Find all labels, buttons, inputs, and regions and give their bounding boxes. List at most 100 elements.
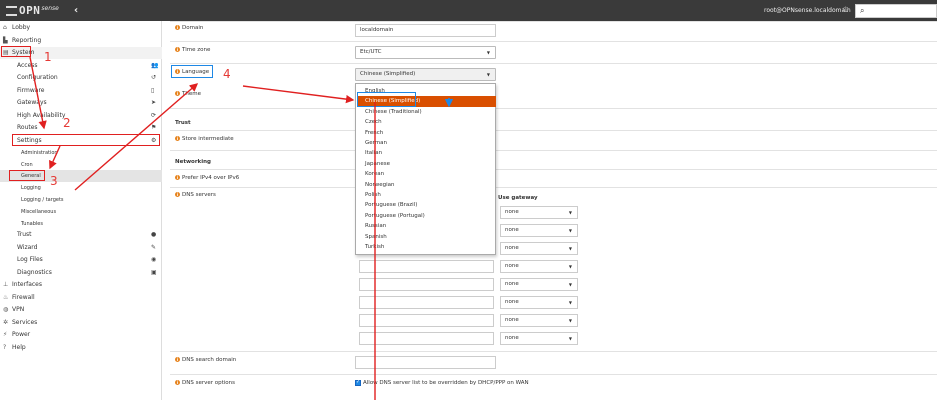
language-option[interactable]: Korean [357, 169, 496, 179]
sidebar-item-miscellaneous[interactable]: Miscellaneous [0, 206, 162, 218]
sidebar-item-firmware[interactable]: Firmware ▯ [0, 85, 162, 97]
top-bar: OPN sense ‹ root@OPNsense.localdomain ⏻ … [0, 0, 937, 21]
timezone-select[interactable]: Etc/UTC ▼ [355, 46, 496, 59]
sidebar-item-label: Tunables [21, 220, 43, 227]
sidebar-item-wizard[interactable]: Wizard ✎ [0, 242, 162, 254]
sidebar-item-help[interactable]: ? Help [0, 342, 162, 354]
chart-icon: ▙ [3, 36, 8, 44]
sidebar-item-diagnostics[interactable]: Diagnostics ▣ [0, 267, 162, 279]
info-icon[interactable]: i [175, 357, 180, 362]
allow-dns-override-checkbox[interactable] [355, 379, 361, 386]
language-dropdown-list: English Chinese (Simplified) Chinese (Trad… [355, 83, 496, 255]
language-option[interactable]: Turkish [357, 242, 496, 252]
opnsense-logo[interactable]: OPN sense [6, 4, 59, 17]
logo-mark-icon [6, 5, 17, 16]
info-icon[interactable]: i [175, 175, 180, 180]
dns-gateway-select[interactable]: none ▼ [500, 314, 578, 327]
trust-section-heading: Trust [175, 120, 191, 126]
sidebar-item-interfaces[interactable]: ⊥ Interfaces [0, 279, 162, 291]
dns-gateway-select[interactable]: none ▼ [500, 296, 578, 309]
dns-server-input[interactable] [359, 260, 494, 273]
medkit-icon: ▣ [151, 268, 157, 276]
dns-gateway-select[interactable]: none ▼ [500, 332, 578, 345]
eye-icon: ◉ [151, 256, 157, 263]
language-option[interactable]: Chinese (Traditional) [357, 107, 496, 117]
search-input[interactable]: ⌕ [855, 4, 937, 18]
info-icon[interactable]: i [175, 136, 180, 141]
language-option[interactable]: Norwegian [357, 180, 496, 190]
info-icon[interactable]: i [175, 380, 180, 385]
caret-down-icon: ▼ [568, 264, 572, 269]
plug-icon: ⚡ [3, 331, 8, 338]
sidebar-item-firewall[interactable]: ♨ Firewall [0, 292, 162, 304]
language-option[interactable]: Italian [357, 148, 496, 158]
caret-down-icon: ▼ [568, 300, 572, 305]
dns-server-input[interactable] [359, 278, 494, 291]
history-icon: ↺ [151, 74, 157, 81]
caret-down-icon: ▼ [486, 50, 490, 55]
sidebar-item-label: Miscellaneous [21, 209, 57, 215]
language-option[interactable]: Portuguese (Brazil) [357, 200, 496, 210]
divider [170, 351, 937, 352]
globe-icon: ◍ [3, 306, 9, 313]
theme-label: i Theme [175, 91, 201, 97]
sidebar-item-power[interactable]: ⚡ Power [0, 329, 162, 341]
annotation-box-language [171, 65, 213, 78]
language-option[interactable]: Portuguese (Portugal) [357, 211, 496, 221]
sidebar-item-log-files[interactable]: Log Files ◉ [0, 254, 162, 266]
divider [170, 63, 937, 64]
dns-gateway-select[interactable]: none ▼ [500, 242, 578, 255]
dns-search-domain-field[interactable] [355, 356, 496, 369]
dns-gateway-select[interactable]: none ▼ [500, 278, 578, 291]
timezone-label: i Time zone [175, 47, 211, 53]
dns-server-input[interactable] [359, 314, 494, 327]
language-option[interactable]: German [357, 138, 496, 148]
language-select[interactable]: Chinese (Simplified) ▼ [355, 68, 496, 81]
help-icon: ? [3, 343, 7, 351]
domain-field[interactable]: localdomain [355, 24, 496, 37]
info-icon[interactable]: i [175, 47, 180, 52]
collapse-sidebar-icon[interactable]: ‹ [74, 5, 78, 16]
home-icon: ⌂ [3, 24, 7, 31]
language-option[interactable]: French [357, 128, 496, 138]
user-account-link[interactable]: root@OPNsense.localdomain [764, 7, 851, 14]
sidebar-item-configuration[interactable]: Configuration ↺ [0, 72, 162, 84]
sidebar-item-trust[interactable]: Trust ● [0, 229, 162, 241]
use-gateway-header: Use gateway [498, 195, 538, 201]
dns-gateway-select[interactable]: none ▼ [500, 206, 578, 219]
annotation-step-1: 1 [44, 50, 52, 64]
logout-icon[interactable]: ⏻ [843, 6, 849, 15]
sidebar-item-lobby[interactable]: ⌂ Lobby [0, 22, 162, 34]
sidebar-item-gateways[interactable]: Gateways ➤ [0, 97, 162, 109]
dns-server-input[interactable] [359, 296, 494, 309]
sidebar-item-reporting[interactable]: ▙ Reporting [0, 35, 162, 47]
sidebar-item-routes[interactable]: Routes ⚑ [0, 122, 162, 134]
sidebar-item-tunables[interactable]: Tunables [0, 218, 162, 230]
dns-gateway-select[interactable]: none ▼ [500, 260, 578, 273]
sidebar: ⌂ Lobby ▙ Reporting ▤ System Access 👥 Co… [0, 21, 162, 400]
info-icon[interactable]: i [175, 25, 180, 30]
sidebar-item-logging-targets[interactable]: Logging / targets [0, 194, 162, 206]
language-option[interactable]: Russian [357, 221, 496, 231]
sidebar-item-high-availability[interactable]: High Availability ⟳ [0, 110, 162, 122]
caret-down-icon: ▼ [568, 336, 572, 341]
sidebar-item-cron[interactable]: Cron [0, 159, 162, 171]
dns-server-input[interactable] [359, 332, 494, 345]
language-option[interactable]: Czech [357, 117, 496, 127]
sidebar-item-logging[interactable]: Logging [0, 182, 162, 194]
annotation-step-4: 4 [223, 67, 231, 81]
sidebar-item-administration[interactable]: Administration [0, 147, 162, 159]
sidebar-item-services[interactable]: ✲ Services [0, 317, 162, 329]
sidebar-item-access[interactable]: Access 👥 [0, 60, 162, 72]
sidebar-item-vpn[interactable]: ◍ VPN [0, 304, 162, 316]
dns-gateway-select[interactable]: none ▼ [500, 224, 578, 237]
certificate-icon: ● [151, 231, 157, 238]
language-option[interactable]: Polish [357, 190, 496, 200]
language-option[interactable]: Japanese [357, 159, 496, 169]
info-icon[interactable]: i [175, 91, 180, 96]
divider [170, 150, 937, 151]
language-option[interactable]: Spanish [357, 232, 496, 242]
divider [170, 130, 937, 131]
info-icon[interactable]: i [175, 192, 180, 197]
divider [170, 108, 937, 109]
